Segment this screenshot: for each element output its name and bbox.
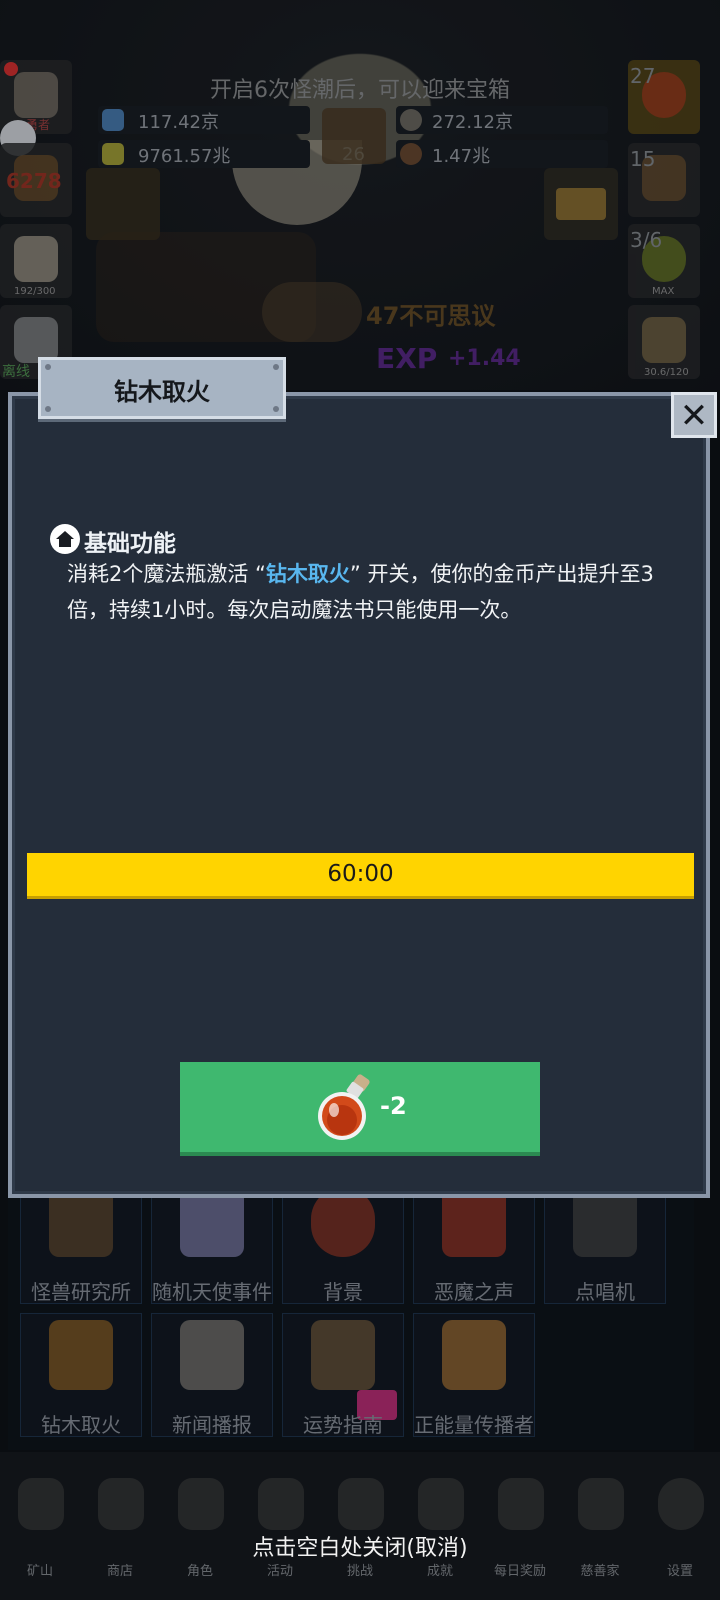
close-icon: ✕ [679, 396, 709, 436]
cost-amount: -2 [380, 1092, 407, 1120]
dialog-title: 钻木取火 [114, 378, 210, 406]
duration-bar: 60:00 [27, 853, 694, 899]
potion-icon [314, 1074, 378, 1142]
feature-description: 消耗2个魔法瓶激活 “钻木取火” 开关，使你的金币产出提升至3倍，持续1小时。每… [67, 556, 677, 628]
rivet [45, 364, 51, 370]
home-icon [50, 524, 80, 554]
desc-highlight: 钻木取火 [265, 562, 350, 586]
desc-text: 消耗2个魔法瓶激活 “ [67, 562, 266, 586]
duration-timer: 60:00 [327, 861, 394, 887]
section-title: 基础功能 [84, 531, 176, 557]
rivet [273, 364, 279, 370]
activate-button[interactable]: -2 [180, 1062, 540, 1156]
close-button[interactable]: ✕ [671, 392, 717, 438]
close-hint: 点击空白处关闭(取消) [252, 1536, 468, 1561]
dialog-title-tab: 钻木取火 [38, 357, 286, 419]
